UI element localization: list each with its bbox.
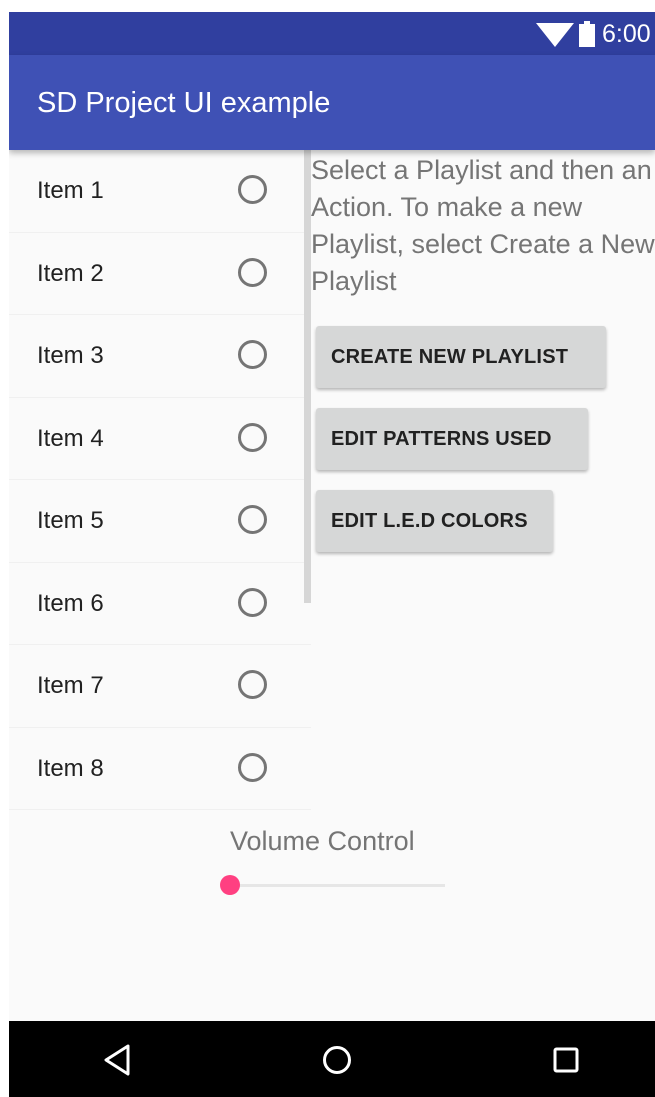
status-time: 6:00: [602, 20, 651, 48]
list-item[interactable]: Item 1: [9, 150, 311, 233]
list-item[interactable]: Item 8: [9, 728, 311, 810]
list-scrollbar[interactable]: [304, 150, 311, 603]
list-item[interactable]: Item 4: [9, 398, 311, 480]
battery-icon: [579, 21, 595, 47]
volume-slider[interactable]: [220, 875, 445, 895]
playlist-list[interactable]: Item 1 Item 2 Item 3 Item 4 Item 5 Item …: [9, 150, 311, 818]
radio-button[interactable]: [238, 587, 267, 617]
radio-button[interactable]: [238, 670, 267, 699]
list-item-label: Item 5: [37, 507, 104, 534]
list-item[interactable]: Item 2: [9, 233, 311, 315]
list-item-label: Item 3: [37, 342, 104, 369]
list-item-label: Item 7: [37, 672, 104, 699]
app-screen: 6:00 SD Project UI example Item 1 Item 2…: [9, 12, 655, 1097]
home-icon[interactable]: [320, 1043, 354, 1077]
radio-button[interactable]: [238, 340, 267, 369]
list-item[interactable]: Item 5: [9, 480, 311, 563]
radio-button[interactable]: [238, 175, 267, 204]
list-item-label: Item 8: [37, 754, 104, 782]
wifi-icon: [536, 23, 574, 47]
volume-label: Volume Control: [230, 826, 415, 856]
recents-icon[interactable]: [549, 1043, 583, 1077]
list-item-label: Item 6: [37, 589, 104, 617]
radio-button[interactable]: [238, 752, 267, 782]
app-bar: SD Project UI example: [9, 55, 655, 150]
list-item[interactable]: Item 3: [9, 315, 311, 398]
list-item-label: Item 1: [37, 177, 104, 204]
edit-patterns-button[interactable]: EDIT PATTERNS USED: [316, 408, 588, 470]
radio-button[interactable]: [238, 422, 267, 452]
volume-slider-thumb[interactable]: [220, 875, 240, 895]
radio-button[interactable]: [238, 505, 267, 534]
instructions-text: Select a Playlist and then an Action. To…: [311, 155, 655, 296]
app-title: SD Project UI example: [37, 87, 331, 119]
status-bar: 6:00: [9, 12, 655, 55]
list-item[interactable]: Item 6: [9, 563, 311, 645]
create-new-playlist-button[interactable]: CREATE NEW PLAYLIST: [316, 326, 606, 388]
edit-led-colors-button[interactable]: EDIT L.E.D COLORS: [316, 490, 553, 552]
list-item-label: Item 4: [37, 424, 104, 452]
back-icon[interactable]: [101, 1043, 135, 1077]
list-item[interactable]: Item 7: [9, 645, 311, 728]
navigation-bar: [9, 1021, 655, 1097]
radio-button[interactable]: [238, 257, 267, 287]
list-item-label: Item 2: [37, 259, 104, 287]
